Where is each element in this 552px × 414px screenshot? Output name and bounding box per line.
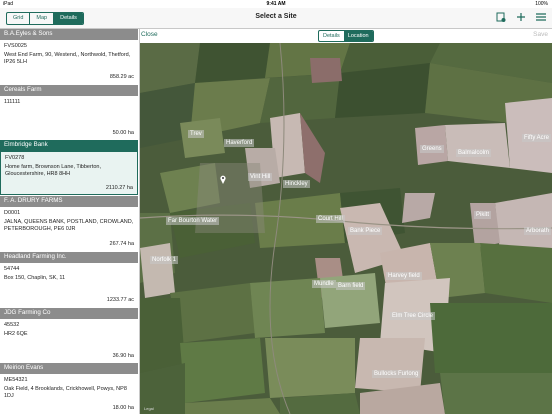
site-area: 267.74 ha <box>109 241 134 247</box>
field-label[interactable]: Bank Piece <box>348 227 383 235</box>
site-code: 45532 <box>4 322 20 328</box>
menu-icon[interactable] <box>536 11 546 28</box>
site-name: Meirion Evans <box>0 363 138 374</box>
site-card[interactable]: Meirion Evans ME54321 Oak Field, 4 Brook… <box>0 363 138 414</box>
site-address: HR2 6QE <box>4 331 28 337</box>
status-bar: iPad 9:41 AM 100% <box>0 0 552 8</box>
field-label[interactable]: Arborath <box>524 227 552 235</box>
field-label[interactable]: Mundle <box>312 280 336 288</box>
site-code: D0001 <box>4 210 21 216</box>
plus-icon[interactable] <box>516 11 526 28</box>
map-imagery <box>140 43 552 414</box>
site-code: 54744 <box>4 266 20 272</box>
site-card[interactable]: Headland Farming Inc. 54744 Box 150, Cha… <box>0 252 138 307</box>
field-label[interactable]: Court Hill <box>316 215 345 223</box>
legal-link[interactable]: Legal <box>144 406 154 411</box>
field-label[interactable]: Vint Hill <box>248 173 273 181</box>
field-label[interactable]: Barn field <box>336 282 366 290</box>
sync-icon[interactable] <box>496 11 506 28</box>
field-label[interactable]: Norfolk 1 <box>150 256 179 264</box>
detail-toolbar: Close Details Location Save <box>140 29 552 42</box>
tab-details[interactable]: Details <box>319 31 344 41</box>
field-label[interactable]: Trev <box>188 130 204 138</box>
location-pin-icon[interactable] <box>220 175 226 184</box>
site-area: 2110.27 ha <box>105 185 133 191</box>
field-label[interactable]: Pikitt <box>474 211 492 219</box>
field-label[interactable]: Hinckley <box>283 180 310 188</box>
site-area: 1233.77 ac <box>106 297 134 303</box>
site-card[interactable]: JDG Farming Co 45532 HR2 6QE 36.90 ha <box>0 308 138 363</box>
navigation-bar: Grid Map Details Select a Site <box>0 8 552 29</box>
field-label[interactable]: Bullocks Furlong <box>372 370 421 378</box>
site-name: B.A.Eyles & Sons <box>0 29 138 40</box>
field-label[interactable]: Fifty Acre <box>522 134 552 142</box>
site-name: Cereals Farm <box>0 85 138 96</box>
site-name: Headland Farming Inc. <box>0 252 138 263</box>
field-label[interactable]: Haverford <box>224 139 255 147</box>
field-label[interactable]: Harvey field <box>386 272 422 280</box>
site-name: JDG Farming Co <box>0 308 138 319</box>
site-card[interactable]: B.A.Eyles & Sons FVS0025 West End Farm, … <box>0 29 138 85</box>
site-address: Home farm, Brownson Lane, Tibberton, Glo… <box>5 164 101 177</box>
site-address: West End Farm, 90, Westend,, Northwold, … <box>4 52 131 65</box>
close-button[interactable]: Close <box>141 31 158 38</box>
site-name: F. A. DRURY FARMS <box>0 196 138 207</box>
site-address: Box 150, Chaplin, SK, 11 <box>4 275 66 281</box>
site-list: B.A.Eyles & Sons FVS0025 West End Farm, … <box>0 29 140 414</box>
site-code: FV0278 <box>5 155 25 161</box>
field-label[interactable]: Elm Tree Circle <box>390 312 436 320</box>
site-code: 111111 <box>4 99 21 105</box>
site-name: Elmbridge Bank <box>0 140 138 151</box>
site-area: 36.90 ha <box>112 353 134 359</box>
site-card-selected[interactable]: Elmbridge Bank FV0278 Home farm, Brownso… <box>0 140 138 195</box>
site-code: FVS0025 <box>4 43 27 49</box>
battery: 100% <box>535 1 548 7</box>
satellite-map[interactable]: Trev Haverford Fifty Acre Greens Balmalc… <box>140 43 552 414</box>
site-card[interactable]: F. A. DRURY FARMS D0001 JALNA, QUEENS BA… <box>0 196 138 251</box>
field-label[interactable]: Greens <box>420 145 444 153</box>
page-title: Select a Site <box>255 13 297 20</box>
site-area: 18.00 ha <box>112 405 134 411</box>
tab-location[interactable]: Location <box>343 31 373 41</box>
clock: 9:41 AM <box>266 1 286 7</box>
save-button[interactable]: Save <box>533 31 548 38</box>
site-address: Oak Field, 4 Brooklands, Crickhowell, Po… <box>4 386 127 399</box>
field-label[interactable]: Far Bourton Water <box>166 217 220 225</box>
site-card[interactable]: Cereals Farm 111111 50.00 ha <box>0 85 138 140</box>
field-label[interactable]: Balmalcolm <box>456 149 492 157</box>
site-area: 858.29 ac <box>109 74 134 80</box>
site-address: JALNA, QUEENS BANK, POSTLAND, CROWLAND, … <box>4 219 134 232</box>
site-code: ME54321 <box>4 377 28 383</box>
detail-segmented-control: Details Location <box>318 30 374 42</box>
site-area: 50.00 ha <box>112 130 134 136</box>
